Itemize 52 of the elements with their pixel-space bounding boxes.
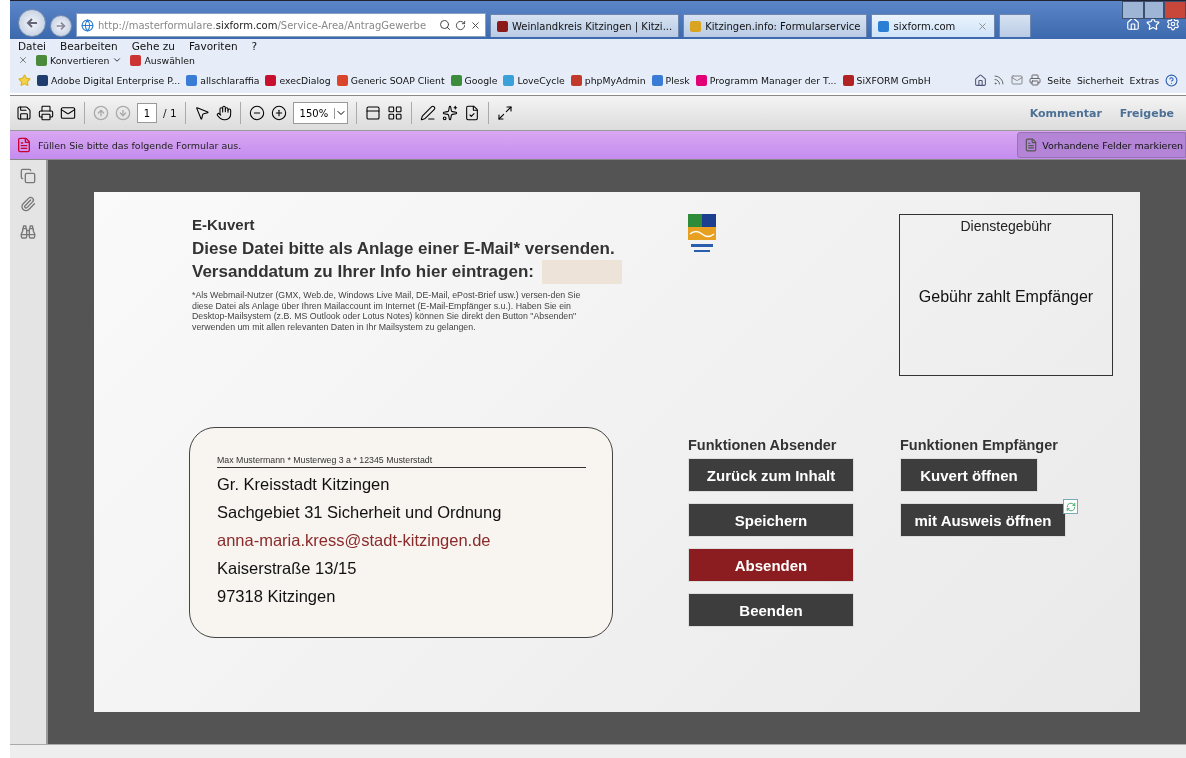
panel-link[interactable]: Kommentar <box>1023 106 1108 120</box>
zoom-field[interactable]: 150% <box>292 102 349 124</box>
browser-tab[interactable]: Weinlandkreis Kitzingen | Kitzi... <box>490 14 680 37</box>
tool-menu[interactable]: Extras <box>1129 74 1159 86</box>
fee-text: Gebühr zahlt Empfänger <box>918 288 1094 306</box>
menu-item[interactable]: Gehe zu <box>131 40 175 52</box>
recipient-line: 97318 Kitzingen <box>217 587 337 606</box>
section-title: Funktionen Absender <box>688 437 838 453</box>
browser-tab[interactable]: sixform.com <box>871 14 996 37</box>
page-field[interactable]: 1 <box>137 103 157 123</box>
address-text: http://masterformulare.sixform.com/Service-Area/AntragGewerbe <box>98 19 427 31</box>
toolbar-command[interactable]: Konvertieren <box>36 54 123 66</box>
recipient-line: Gr. Kreisstadt Kitzingen <box>217 475 391 494</box>
action-button[interactable]: Beenden <box>688 593 854 627</box>
tool-menu[interactable]: Seite <box>1047 74 1071 86</box>
action-button[interactable]: Kuvert öffnen <box>900 458 1038 492</box>
date-label: Versanddatum zu Ihrer Info hier eintragen: <box>192 262 534 282</box>
toolbar-command[interactable]: Auswählen <box>130 54 195 66</box>
menu-item[interactable]: Favoriten <box>188 40 238 52</box>
sender-line: Max Mustermann * Musterweg 3 a * 12345 Musterstadt <box>217 455 586 468</box>
fee-title: Dienstegebühr <box>960 218 1052 234</box>
favorite-link[interactable]: Google <box>450 74 498 86</box>
favorite-link[interactable]: LoveCycle <box>503 74 565 86</box>
favorite-link[interactable]: execDialog <box>265 74 331 86</box>
action-button[interactable]: Absenden <box>688 548 854 582</box>
recipient-email: anna-maria.kress@stadt-kitzingen.de <box>217 531 492 550</box>
form-title: E-Kuvert <box>192 216 256 233</box>
tool-menu[interactable]: Sicherheit <box>1076 74 1124 86</box>
action-button[interactable]: mit Ausweis öffnen <box>900 503 1066 537</box>
menu-item[interactable]: Bearbeiten <box>60 40 118 52</box>
form-heading: Diese Datei bitte als Anlage einer E-Mail* versenden. <box>192 239 616 259</box>
section-title: Funktionen Empfänger <box>900 437 1059 453</box>
favorite-link[interactable]: SiXFORM GmbH <box>842 74 931 86</box>
recipient-line: Sachgebiet 31 Sicherheit und Ordnung <box>217 503 503 522</box>
highlight-fields-button[interactable]: Vorhandene Felder markieren <box>1017 132 1186 158</box>
panel-link[interactable]: Freigebe <box>1113 106 1180 120</box>
favorite-link[interactable]: Generic SOAP Client <box>336 74 445 86</box>
page-count: / 1 <box>163 107 177 119</box>
recipient-line: Kaiserstraße 13/15 <box>217 559 358 578</box>
favorite-link[interactable]: phpMyAdmin <box>570 74 646 86</box>
browser-tab[interactable]: Kitzingen.info: Formularservice <box>683 14 868 37</box>
favorite-link[interactable]: Plesk <box>651 74 690 86</box>
action-button[interactable]: Zurück zum Inhalt <box>688 458 854 492</box>
action-button[interactable]: Speichern <box>688 503 854 537</box>
favorite-link[interactable]: Programm Manager der T... <box>695 74 837 86</box>
favorite-link[interactable]: allschlaraffia <box>186 74 260 86</box>
favorite-link[interactable]: Adobe Digital Enterprise P... <box>37 74 181 86</box>
footnote: *Als Webmail-Nutzer (GMX, Web.de, Windows Live Mail, DE-Mail, ePost-Brief usw.) versen-den Sie diese Datei als Anlage über Ihren Mailaccount im Internet (E-Mail-Empfänger s.u.). Haben Sie ein Desktop-Mailsystem (z.B. MS Outlook oder Lotus Notes) können Sie direkt den Button "Absenden" verwenden um mit allen relevanten Daten in Ihr Mailsystem zu gelangen. <box>192 290 582 332</box>
menu-item[interactable]: Datei <box>18 40 46 52</box>
menu-item[interactable]: ? <box>251 40 258 52</box>
address-field[interactable]: http://masterformulare.sixform.com/Service-Area/AntragGewerbe <box>76 13 486 37</box>
form-notice: Füllen Sie bitte das folgende Formular aus. <box>38 139 242 151</box>
